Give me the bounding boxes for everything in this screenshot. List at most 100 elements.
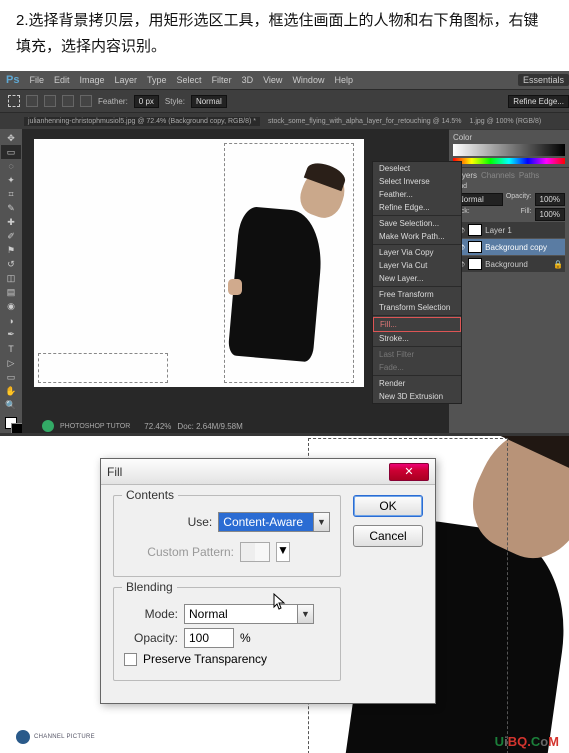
menu-filter[interactable]: Filter (212, 75, 232, 85)
type-tool-icon[interactable]: T (1, 342, 21, 356)
ctx-free-transform[interactable]: Free Transform (373, 288, 461, 301)
ctx-transform-selection[interactable]: Transform Selection (373, 301, 461, 314)
opt-sub-selection-icon[interactable] (62, 95, 74, 107)
opt-intersect-selection-icon[interactable] (80, 95, 92, 107)
hand-tool-icon[interactable]: ✋ (1, 384, 21, 398)
ctx-stroke[interactable]: Stroke... (373, 332, 461, 345)
marquee-tool-icon[interactable]: ▭ (1, 145, 21, 159)
doc-tab-2[interactable]: stock_some_flying_with_alpha_layer_for_r… (268, 118, 462, 125)
opt-refine-edge[interactable]: Refine Edge... (508, 95, 569, 108)
contents-group: Contents Use: Content-Aware ▼ Custom Pat… (113, 495, 341, 577)
brush-tool-icon[interactable]: ✐ (1, 229, 21, 243)
opt-feather-label: Feather: (98, 97, 128, 106)
channels-tab[interactable]: Channels (481, 171, 515, 180)
layer-name: Background copy (485, 243, 547, 252)
ctx-fade: Fade... (373, 361, 461, 374)
menu-type[interactable]: Type (147, 75, 167, 85)
menu-window[interactable]: Window (292, 75, 324, 85)
move-tool-icon[interactable]: ✥ (1, 131, 21, 145)
doc-tab-1[interactable]: julianhenning-christophmusiol5.jpg @ 72.… (24, 117, 260, 126)
layer-thumb (468, 224, 482, 236)
blending-legend: Blending (122, 580, 177, 594)
wand-tool-icon[interactable]: ✦ (1, 173, 21, 187)
hue-bar[interactable] (453, 158, 565, 164)
shape-tool-icon[interactable]: ▭ (1, 370, 21, 384)
preserve-transparency-label: Preserve Transparency (143, 652, 267, 666)
preserve-transparency-checkbox[interactable] (124, 653, 137, 666)
zoom-tool-icon[interactable]: 🔍 (1, 398, 21, 412)
close-icon: ✕ (404, 465, 413, 478)
stamp-tool-icon[interactable]: ⚑ (1, 244, 21, 258)
doc-tab-3[interactable]: 1.jpg @ 100% (RGB/8) (470, 118, 542, 125)
pen-tool-icon[interactable]: ✒ (1, 328, 21, 342)
ctx-layer-via-cut[interactable]: Layer Via Cut (373, 259, 461, 272)
layers-fill-label: Fill: (521, 208, 532, 221)
path-tool-icon[interactable]: ▷ (1, 356, 21, 370)
ctx-refine-edge[interactable]: Refine Edge... (373, 201, 461, 214)
eraser-tool-icon[interactable]: ◫ (1, 272, 21, 286)
paths-tab[interactable]: Paths (519, 171, 539, 180)
document-tabs: julianhenning-christophmusiol5.jpg @ 72.… (0, 113, 569, 129)
menu-3d[interactable]: 3D (242, 75, 254, 85)
status-logo-text: PHOTOSHOP TUTOR (60, 423, 130, 430)
gradient-tool-icon[interactable]: ▤ (1, 286, 21, 300)
fill-dialog-titlebar[interactable]: Fill ✕ (101, 459, 435, 485)
menu-file[interactable]: File (29, 75, 44, 85)
ctx-fill[interactable]: Fill... (373, 317, 461, 332)
opacity-suffix: % (240, 631, 251, 645)
menu-view[interactable]: View (263, 75, 282, 85)
options-bar: Feather: 0 px Style: Normal Refine Edge.… (0, 89, 569, 113)
eyedropper-tool-icon[interactable]: ✎ (1, 201, 21, 215)
dodge-tool-icon[interactable]: ◑ (1, 314, 21, 328)
fill-dialog: Fill ✕ OK Cancel Contents Use: Content-A… (100, 458, 436, 704)
layers-fill-value[interactable]: 100% (535, 208, 565, 221)
chevron-down-icon: ▼ (297, 605, 313, 623)
layers-opacity-value[interactable]: 100% (535, 193, 565, 206)
ctx-layer-via-copy[interactable]: Layer Via Copy (373, 246, 461, 259)
ctx-make-work-path[interactable]: Make Work Path... (373, 230, 461, 243)
canvas[interactable] (34, 139, 364, 387)
menu-edit[interactable]: Edit (54, 75, 70, 85)
gray-ramp[interactable] (453, 144, 565, 156)
ctx-save-selection[interactable]: Save Selection... (373, 217, 461, 230)
opacity-input[interactable] (184, 628, 234, 648)
opt-add-selection-icon[interactable] (44, 95, 56, 107)
chevron-down-icon: ▼ (313, 513, 329, 531)
blending-group: Blending Mode: Normal ▼ Opacity: % Prese… (113, 587, 341, 681)
crop-tool-icon[interactable]: ⌗ (1, 187, 21, 201)
color-panel: Color (449, 129, 569, 167)
menu-select[interactable]: Select (177, 75, 202, 85)
use-combo[interactable]: Content-Aware ▼ (218, 512, 330, 532)
opt-new-selection-icon[interactable] (26, 95, 38, 107)
lasso-tool-icon[interactable]: ◌ (1, 159, 21, 173)
menu-layer[interactable]: Layer (115, 75, 138, 85)
opt-feather-value[interactable]: 0 px (134, 95, 159, 108)
heal-tool-icon[interactable]: ✚ (1, 215, 21, 229)
mode-value: Normal (189, 607, 228, 621)
pattern-picker (240, 542, 270, 562)
workspace-selector[interactable]: Essentials (518, 74, 569, 86)
ctx-deselect[interactable]: Deselect (373, 162, 461, 175)
ctx-select-inverse[interactable]: Select Inverse (373, 175, 461, 188)
ok-button[interactable]: OK (353, 495, 423, 517)
close-button[interactable]: ✕ (389, 463, 429, 481)
mode-combo[interactable]: Normal ▼ (184, 604, 314, 624)
blur-tool-icon[interactable]: ◉ (1, 300, 21, 314)
ctx-render[interactable]: Render (373, 377, 461, 390)
tutorial-logo: CHANNEL PICTURE (16, 729, 96, 745)
menu-help[interactable]: Help (334, 75, 353, 85)
use-label: Use: (124, 515, 212, 529)
cancel-button[interactable]: Cancel (353, 525, 423, 547)
layer-row-3[interactable]: 👁 Background 🔒 (453, 256, 565, 272)
layer-row-1[interactable]: 👁 Layer 1 (453, 222, 565, 238)
ctx-new-layer[interactable]: New Layer... (373, 272, 461, 285)
menu-image[interactable]: Image (80, 75, 105, 85)
layer-row-2[interactable]: 👁 Background copy (453, 239, 565, 255)
opt-style-value[interactable]: Normal (191, 95, 227, 108)
color-swatch-icon[interactable] (1, 412, 21, 433)
fill-dialog-title: Fill (107, 465, 389, 479)
ctx-new-3d-extrusion[interactable]: New 3D Extrusion (373, 390, 461, 403)
status-zoom[interactable]: 72.42% (144, 422, 171, 431)
ctx-feather[interactable]: Feather... (373, 188, 461, 201)
history-brush-tool-icon[interactable]: ↺ (1, 258, 21, 272)
